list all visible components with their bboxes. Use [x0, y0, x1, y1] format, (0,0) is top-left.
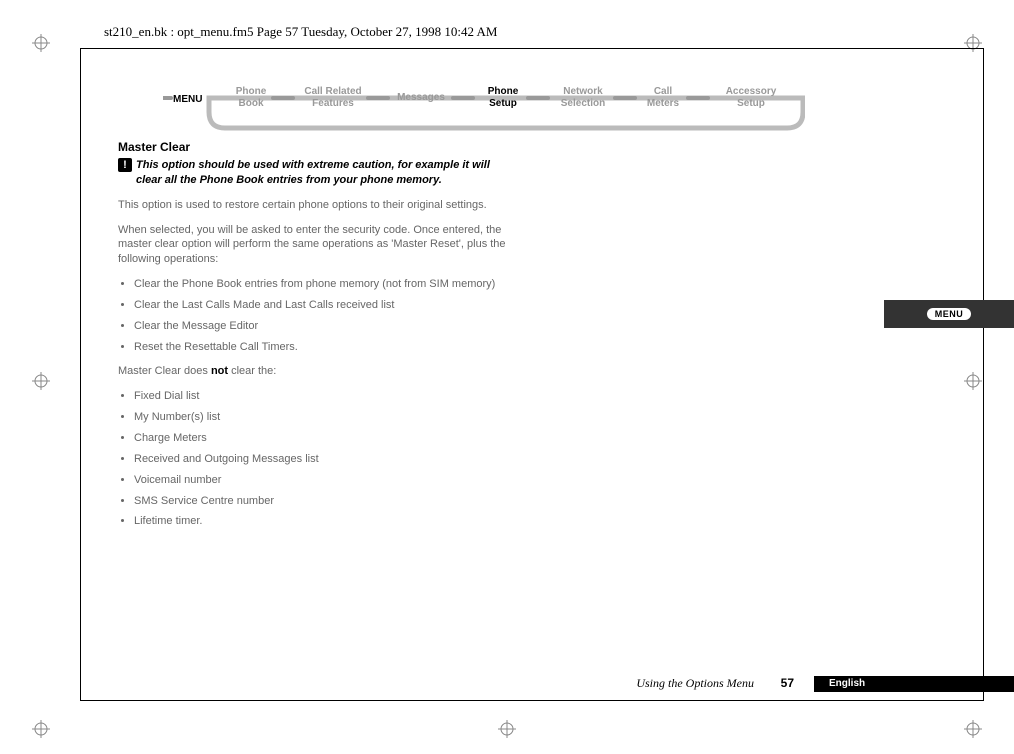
side-tab-label: MENU: [927, 308, 972, 320]
svg-text:Messages: Messages: [397, 92, 445, 103]
svg-text:Call Related: Call Related: [304, 86, 361, 97]
side-thumb-tab: MENU: [884, 300, 1014, 328]
warning-text: This option should be used with extreme …: [136, 159, 490, 186]
svg-text:Accessory: Accessory: [726, 86, 777, 97]
list-item: Lifetime timer.: [134, 514, 564, 529]
registration-mark-icon: [32, 372, 50, 390]
menu-navigation-bar: MENU Phone Book Call Related Features Me…: [163, 84, 805, 136]
paragraph: Master Clear does not clear the:: [118, 364, 538, 379]
svg-text:Network: Network: [563, 86, 603, 97]
svg-text:Phone: Phone: [236, 86, 267, 97]
svg-text:Setup: Setup: [737, 98, 765, 109]
warning-icon: !: [118, 158, 132, 172]
svg-text:Phone: Phone: [488, 86, 519, 97]
menu-item: Call Related Features: [304, 86, 388, 109]
list-item: SMS Service Centre number: [134, 494, 564, 509]
registration-mark-icon: [964, 372, 982, 390]
page-rule-top: [80, 48, 984, 49]
registration-mark-icon: [964, 34, 982, 52]
registration-mark-icon: [32, 720, 50, 738]
list-item: Charge Meters: [134, 431, 564, 446]
page-rule-bottom: [80, 700, 984, 701]
menu-item: Network Selection: [561, 86, 635, 109]
svg-text:Setup: Setup: [489, 98, 517, 109]
menu-root-label: MENU: [173, 94, 202, 105]
registration-mark-icon: [964, 720, 982, 738]
svg-text:Book: Book: [239, 98, 264, 109]
list-item: My Number(s) list: [134, 410, 564, 425]
list-item: Clear the Message Editor: [134, 319, 564, 334]
svg-text:Call: Call: [654, 86, 673, 97]
not-cleared-list: Fixed Dial list My Number(s) list Charge…: [118, 389, 564, 529]
list-item: Clear the Last Calls Made and Last Calls…: [134, 298, 564, 313]
menu-item: Call Meters: [647, 86, 708, 109]
paragraph: When selected, you will be asked to ente…: [118, 223, 538, 268]
list-item: Clear the Phone Book entries from phone …: [134, 277, 564, 292]
language-label: English: [814, 676, 1014, 692]
warning-note: ! This option should be used with extrem…: [118, 158, 496, 188]
svg-text:Selection: Selection: [561, 98, 605, 109]
section-title: Master Clear: [118, 140, 578, 154]
list-item: Voicemail number: [134, 473, 564, 488]
svg-text:Features: Features: [312, 98, 354, 109]
file-header: st210_en.bk : opt_menu.fm5 Page 57 Tuesd…: [104, 24, 497, 40]
menu-item: Messages: [397, 92, 473, 103]
svg-text:Meters: Meters: [647, 98, 680, 109]
operations-list: Clear the Phone Book entries from phone …: [118, 277, 564, 354]
paragraph: This option is used to restore certain p…: [118, 198, 538, 213]
page-number: 57: [781, 676, 794, 690]
page-rule-right: [983, 48, 984, 700]
running-title: Using the Options Menu: [636, 676, 754, 691]
registration-mark-icon: [498, 720, 516, 738]
list-item: Received and Outgoing Messages list: [134, 452, 564, 467]
registration-mark-icon: [32, 34, 50, 52]
list-item: Fixed Dial list: [134, 389, 564, 404]
list-item: Reset the Resettable Call Timers.: [134, 340, 564, 355]
page-rule-left: [80, 48, 81, 700]
